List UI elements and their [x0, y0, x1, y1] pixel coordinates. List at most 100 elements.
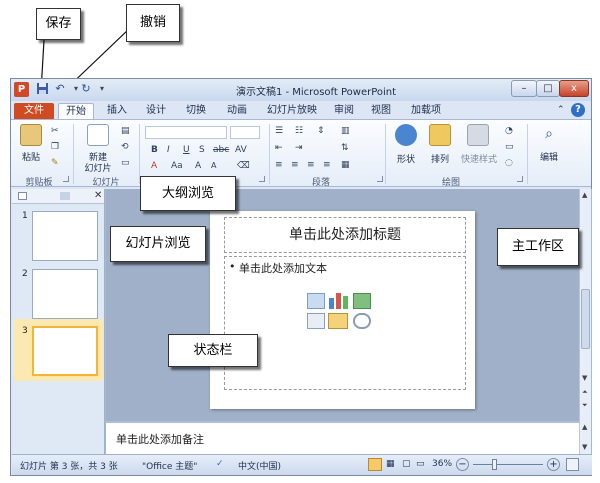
quick-styles-button[interactable]: 快速样式	[455, 152, 503, 165]
bold-button[interactable]: B	[151, 145, 158, 155]
insert-smartart-icon[interactable]	[353, 293, 371, 309]
shrink-font-button[interactable]: A	[211, 161, 216, 170]
new-slide-icon[interactable]	[87, 124, 109, 146]
fit-to-window-icon[interactable]	[566, 458, 579, 471]
tab-file[interactable]: 文件	[14, 103, 54, 120]
shadow-button[interactable]: S	[199, 145, 205, 155]
zoom-slider-thumb[interactable]	[492, 459, 497, 470]
zoom-in-button[interactable]: +	[547, 458, 560, 471]
font-color-button[interactable]: A	[151, 161, 157, 171]
insert-table-icon[interactable]	[307, 293, 325, 309]
scroll-up-icon[interactable]: ▲	[582, 191, 587, 199]
reset-icon[interactable]: ⟲	[121, 142, 129, 152]
align-center-icon[interactable]: ≡	[291, 160, 299, 170]
tab-home[interactable]: 开始	[58, 103, 94, 120]
numbering-icon[interactable]: ☷	[295, 126, 303, 136]
language-status[interactable]: 中文(中国)	[238, 459, 281, 472]
tab-review[interactable]: 审阅	[329, 103, 359, 120]
close-pane-icon[interactable]: ✕	[94, 190, 102, 201]
outline-tab-icon[interactable]	[60, 192, 70, 200]
paste-button[interactable]: 粘贴	[15, 150, 47, 163]
notes-scroll-down-icon[interactable]: ▼	[582, 443, 587, 451]
tab-transitions[interactable]: 切换	[181, 103, 211, 120]
arrange-icon[interactable]	[429, 124, 451, 146]
normal-view-icon[interactable]	[368, 458, 382, 471]
font-size-combo[interactable]	[230, 126, 260, 139]
new-slide-label-2[interactable]: 幻灯片	[79, 161, 117, 174]
slides-tab-icon[interactable]	[18, 192, 27, 200]
smartart-icon[interactable]: ▦	[341, 160, 350, 170]
drawing-launcher-icon[interactable]	[517, 176, 523, 182]
editing-button[interactable]: 编辑	[531, 150, 567, 163]
maximize-button[interactable]: □	[536, 80, 560, 97]
char-spacing-button[interactable]: AV	[235, 145, 247, 155]
notes-scroll-up-icon[interactable]: ▲	[582, 423, 587, 431]
customize-qat-icon[interactable]: ▾	[95, 82, 109, 96]
zoom-out-button[interactable]: −	[456, 458, 469, 471]
format-painter-icon[interactable]: ✎	[51, 158, 59, 168]
clear-format-icon[interactable]: ⌫	[237, 161, 250, 171]
zoom-level[interactable]: 36%	[432, 459, 452, 469]
cut-icon[interactable]: ✂	[51, 126, 59, 136]
paragraph-launcher-icon[interactable]	[377, 176, 383, 182]
undo-icon[interactable]: ↶	[53, 82, 67, 96]
insert-chart-icon[interactable]	[328, 290, 350, 309]
tab-addins[interactable]: 加载项	[405, 103, 447, 120]
section-icon[interactable]: ▭	[121, 158, 130, 168]
decrease-indent-icon[interactable]: ⇤	[275, 143, 283, 153]
insert-picture-icon[interactable]	[307, 313, 325, 329]
grow-font-button[interactable]: A	[195, 161, 201, 171]
tab-design[interactable]: 设计	[141, 103, 171, 120]
align-right-icon[interactable]: ≡	[307, 160, 315, 170]
tab-animations[interactable]: 动画	[222, 103, 252, 120]
save-icon[interactable]	[35, 82, 49, 96]
close-button[interactable]: x	[559, 80, 589, 97]
italic-button[interactable]: I	[167, 145, 170, 155]
powerpoint-app-icon[interactable]: P	[14, 82, 29, 97]
bullets-icon[interactable]: ☰	[275, 126, 283, 136]
tab-insert[interactable]: 插入	[102, 103, 132, 120]
content-placeholder[interactable]: • 单击此处添加文本	[224, 256, 466, 390]
change-case-button[interactable]: Aa	[171, 161, 183, 171]
paste-icon[interactable]	[20, 124, 42, 146]
next-slide-icon[interactable]: ⏷	[582, 401, 588, 410]
previous-slide-icon[interactable]: ⏶	[582, 388, 588, 397]
slide-canvas[interactable]: 单击此处添加标题 • 单击此处添加文本	[210, 211, 475, 409]
shape-effects-icon[interactable]: ◌	[505, 158, 513, 168]
insert-clipart-icon[interactable]	[328, 313, 348, 329]
notes-pane[interactable]: 单击此处添加备注	[106, 421, 579, 454]
shape-fill-icon[interactable]: ◔	[505, 126, 513, 136]
title-placeholder[interactable]: 单击此处添加标题	[224, 217, 466, 253]
find-icon[interactable]: ⌕	[539, 126, 559, 146]
columns-icon[interactable]: ▥	[341, 126, 350, 136]
slide-thumbnail-1[interactable]	[32, 211, 98, 261]
layout-icon[interactable]: ▤	[121, 126, 130, 136]
spellcheck-icon[interactable]: ✓	[216, 459, 224, 469]
slide-sorter-icon[interactable]: ▦	[386, 459, 395, 469]
tab-slideshow[interactable]: 幻灯片放映	[263, 103, 321, 120]
align-left-icon[interactable]: ≡	[275, 160, 283, 170]
notes-scrollbar[interactable]: ▲ ▼	[579, 421, 591, 454]
strikethrough-button[interactable]: abc	[213, 145, 229, 155]
help-icon[interactable]: ?	[571, 103, 585, 117]
redo-icon[interactable]: ↻	[79, 82, 93, 96]
clipboard-launcher-icon[interactable]	[63, 176, 69, 182]
editor-vertical-scrollbar[interactable]: ▲ ▼ ⏶ ⏷	[579, 189, 591, 421]
scroll-down-icon[interactable]: ▼	[582, 374, 587, 382]
justify-icon[interactable]: ≡	[323, 160, 331, 170]
arrange-button[interactable]: 排列	[423, 152, 457, 165]
zoom-slider-track[interactable]	[473, 464, 543, 465]
slide-thumbnail-3[interactable]	[32, 326, 98, 376]
line-spacing-icon[interactable]: ⇕	[317, 126, 325, 136]
font-launcher-icon[interactable]	[259, 176, 265, 182]
copy-icon[interactable]: ❐	[51, 142, 59, 152]
increase-indent-icon[interactable]: ⇥	[295, 143, 303, 153]
shape-outline-icon[interactable]: ▭	[505, 142, 514, 152]
scroll-thumb[interactable]	[581, 289, 590, 349]
shapes-button[interactable]: 形状	[389, 152, 423, 165]
insert-media-icon[interactable]	[353, 313, 371, 329]
quick-styles-icon[interactable]	[467, 124, 489, 146]
text-direction-icon[interactable]: ⇅	[341, 143, 349, 153]
reading-view-icon[interactable]: ▢	[402, 459, 411, 469]
theme-status[interactable]: "Office 主题"	[142, 459, 197, 472]
